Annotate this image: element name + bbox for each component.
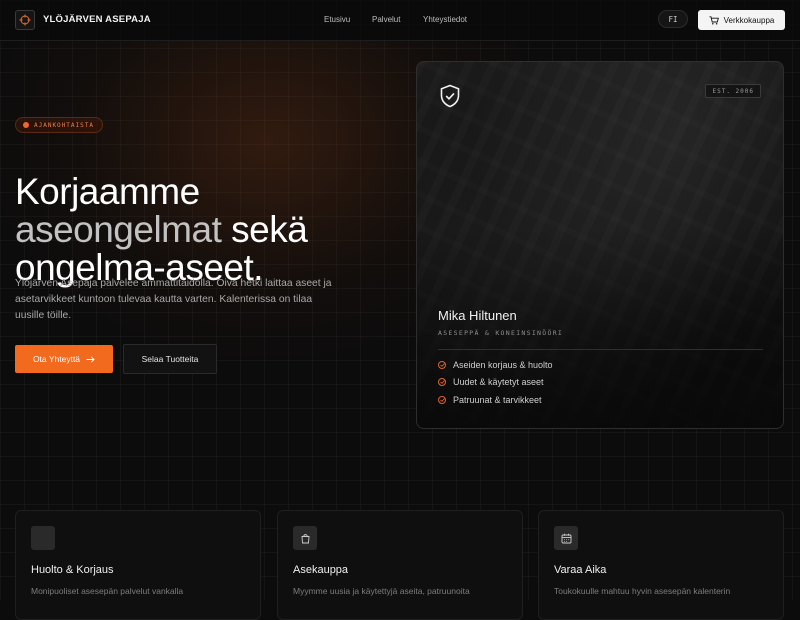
service-title: Huolto & Korjaus <box>31 564 114 576</box>
service-card-shop[interactable]: Asekauppa Myymme uusia ja käytettyjä ase… <box>277 510 523 620</box>
check-circle-icon <box>438 378 446 386</box>
person-role: ASESEPPÄ & KONEINSINÖÖRI <box>438 329 564 337</box>
news-badge: AJANKOHTAISTA <box>15 117 103 133</box>
feature-item: Uudet & käytetyt aseet <box>438 377 544 387</box>
contact-button[interactable]: Ota Yhteyttä <box>15 345 113 373</box>
headline-highlight: aseongelmat <box>15 208 222 250</box>
service-card-booking[interactable]: Varaa Aika Toukokuulle mahtuu hyvin ases… <box>538 510 784 620</box>
feature-label: Patruunat & tarvikkeet <box>453 395 542 405</box>
nav-link-yhteystiedot[interactable]: Yhteystiedot <box>423 15 467 24</box>
check-circle-icon <box>438 396 446 404</box>
webshop-button-label: Verkkokauppa <box>723 15 775 25</box>
headline-line2-rest: sekä <box>231 208 308 250</box>
contact-button-label: Ota Yhteyttä <box>32 354 81 364</box>
shield-check-icon <box>440 84 460 108</box>
browse-products-button[interactable]: Selaa Tuotteita <box>123 344 217 374</box>
nav-link-palvelut[interactable]: Palvelut <box>372 15 400 24</box>
badge-dot <box>23 122 29 128</box>
established-badge: EST. 2006 <box>705 84 761 98</box>
brand-name[interactable]: YLÖJÄRVEN ASEPAJA <box>43 14 151 25</box>
webshop-button[interactable]: Verkkokauppa <box>698 10 785 30</box>
calendar-icon <box>554 526 578 550</box>
cart-icon <box>709 15 719 25</box>
card-divider <box>438 349 763 350</box>
hero-headline: Korjaamme aseongelmat sekä ongelma-aseet… <box>15 170 405 287</box>
hero-lead: Ylöjärven Asepaja palvelee ammattitaidol… <box>15 278 332 321</box>
wrench-icon <box>31 526 55 550</box>
service-description: Toukokuulle mahtuu hyvin asesepän kalent… <box>554 586 731 596</box>
check-circle-icon <box>438 361 446 369</box>
service-description: Myymme uusia ja käytettyjä aseita, patru… <box>293 586 470 596</box>
profile-card: EST. 2006 Mika Hiltunen ASESEPPÄ & KONEI… <box>416 61 784 429</box>
service-title: Varaa Aika <box>554 564 607 576</box>
feature-label: Aseiden korjaus & huolto <box>453 360 553 370</box>
badge-label: AJANKOHTAISTA <box>34 121 94 129</box>
feature-item: Patruunat & tarvikkeet <box>438 395 542 405</box>
language-switcher[interactable]: FI <box>658 10 688 28</box>
service-card-maintenance[interactable]: Huolto & Korjaus Monipuoliset asesepän p… <box>15 510 261 620</box>
service-title: Asekauppa <box>293 564 349 576</box>
headline-line1: Korjaamme <box>15 170 200 212</box>
top-nav: YLÖJÄRVEN ASEPAJA Etusivu Palvelut Yhtey… <box>0 0 800 41</box>
feature-item: Aseiden korjaus & huolto <box>438 360 553 370</box>
crosshair-icon[interactable] <box>15 10 35 30</box>
shopping-bag-icon <box>293 526 317 550</box>
service-description: Monipuoliset asesepän palvelut vankalla <box>31 586 184 596</box>
arrow-right-icon <box>86 355 95 363</box>
person-name: Mika Hiltunen <box>438 308 517 323</box>
nav-link-etusivu[interactable]: Etusivu <box>324 15 350 24</box>
feature-label: Uudet & käytetyt aseet <box>453 377 544 387</box>
